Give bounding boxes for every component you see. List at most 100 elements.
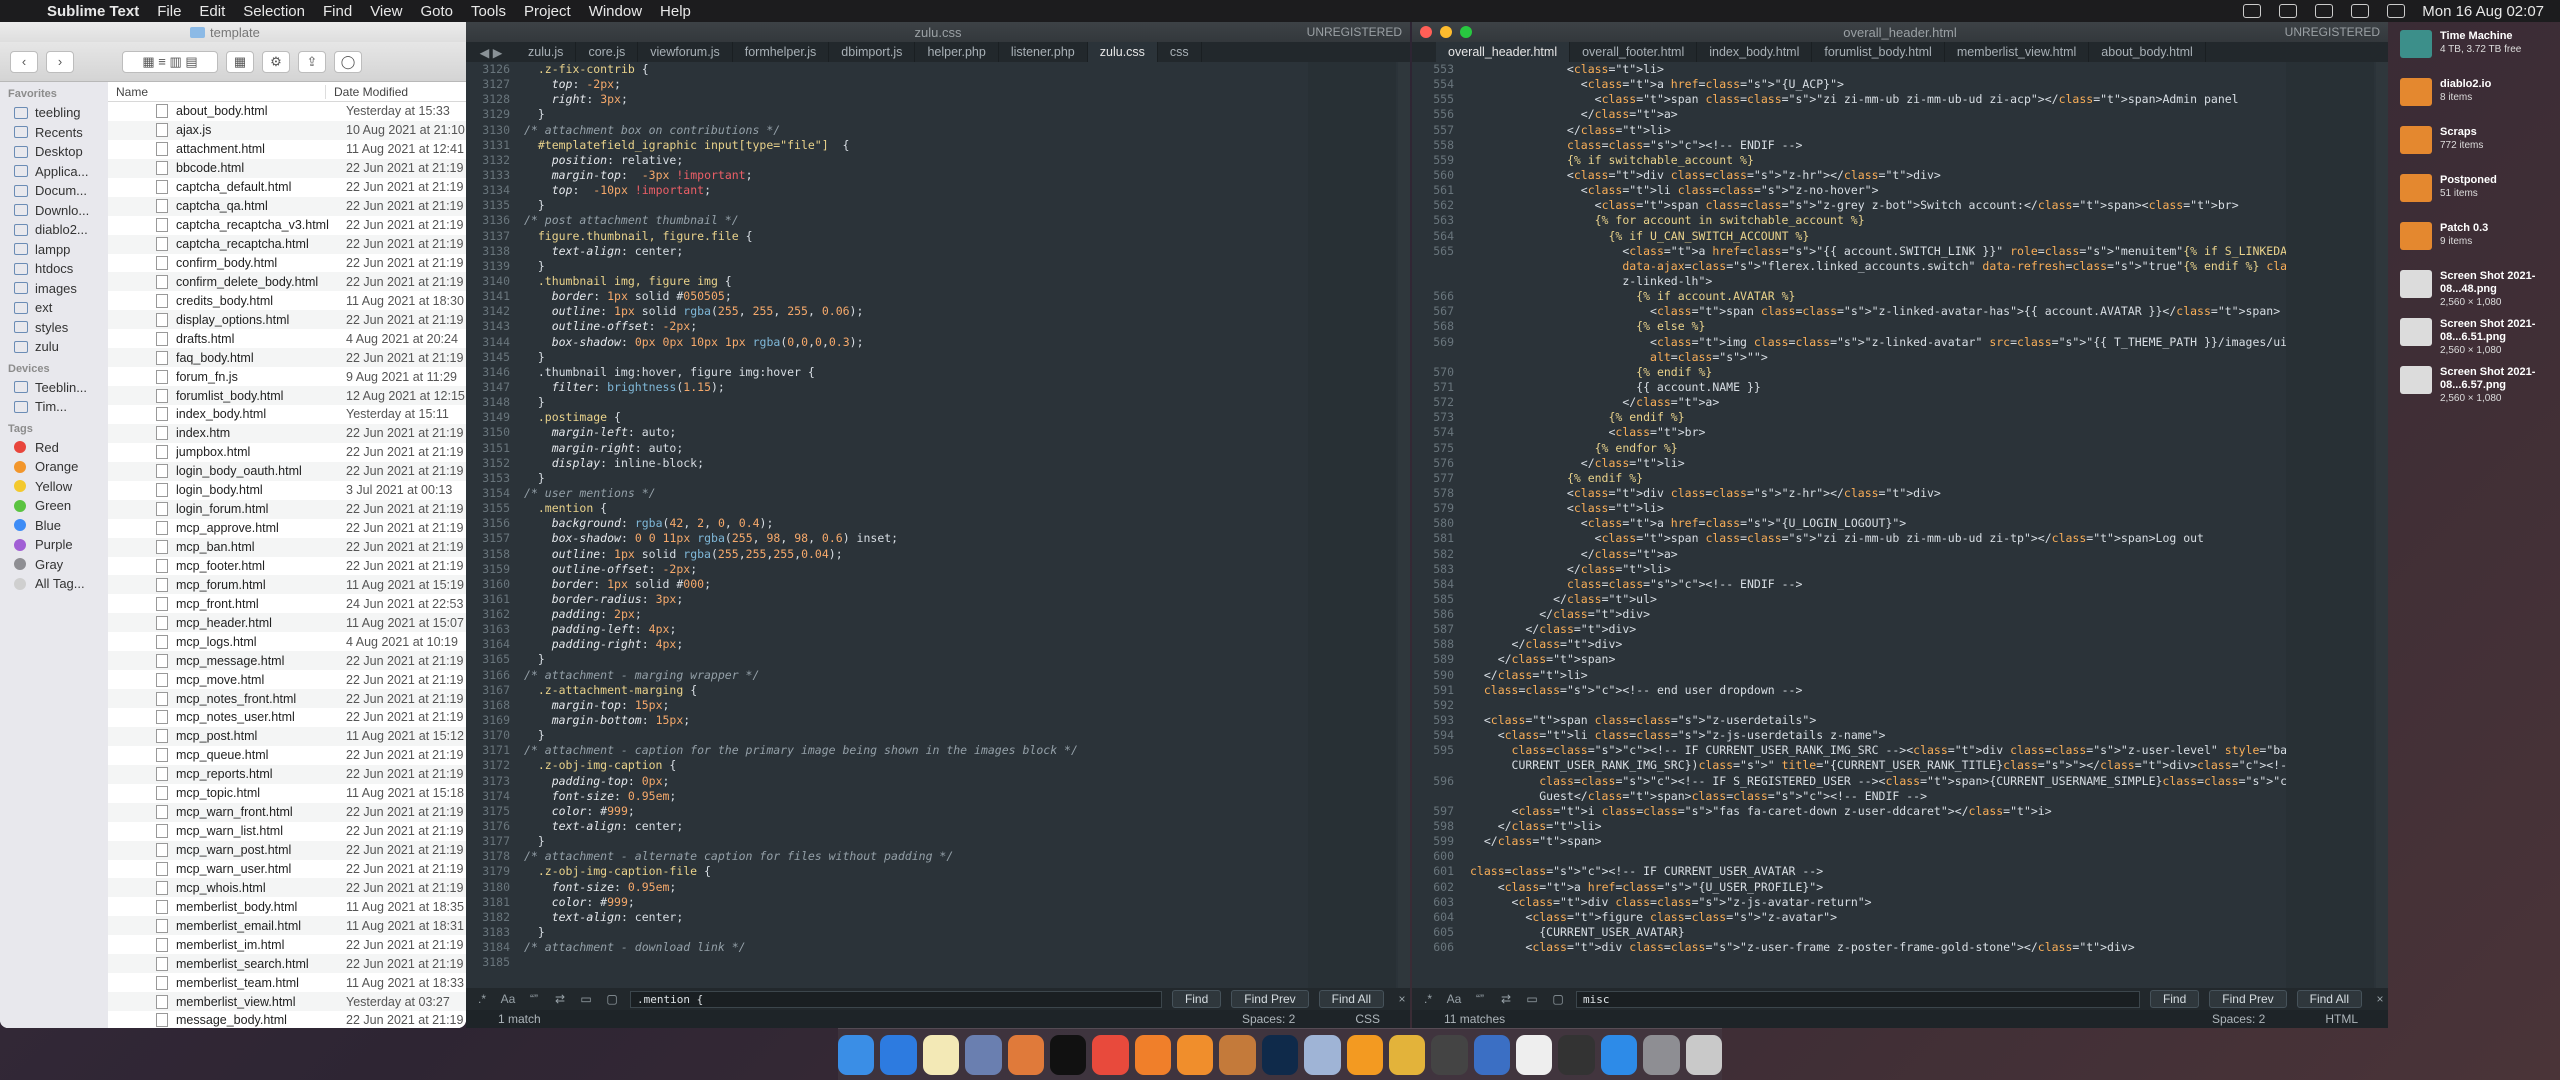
sidebar-item-tag[interactable]: Orange <box>0 457 108 477</box>
code-line[interactable]: <class="t">div class=class="s">"z-hr"></… <box>1470 168 2330 183</box>
editor-tab[interactable]: index_body.html <box>1697 42 1813 62</box>
trash-icon[interactable] <box>1685 1034 1722 1075</box>
file-row[interactable]: about_body.html Yesterday at 15:33 <box>108 102 466 121</box>
code-line[interactable]: } <box>524 350 1264 365</box>
code-line[interactable]: margin-right: auto; <box>524 441 1264 456</box>
file-row[interactable]: mcp_message.html 22 Jun 2021 at 21:19 <box>108 651 466 671</box>
file-row[interactable]: mcp_warn_list.html 22 Jun 2021 at 21:19 <box>108 822 466 841</box>
preview-icon[interactable] <box>1304 1034 1341 1075</box>
code-line[interactable]: } <box>524 728 1264 743</box>
column-header-name[interactable]: Name <box>108 84 326 99</box>
code-line[interactable]: padding: 2px; <box>524 607 1264 622</box>
editor-tab[interactable]: viewforum.js <box>638 42 733 62</box>
code-line[interactable]: .z-obj-img-caption-file { <box>524 864 1264 879</box>
highlight-toggle[interactable]: ▢ <box>1550 992 1566 1006</box>
case-toggle[interactable]: Aa <box>500 992 516 1006</box>
file-row[interactable]: confirm_delete_body.html 22 Jun 2021 at 2… <box>108 272 466 292</box>
sidebar-item-favorite[interactable]: Recents <box>0 123 108 143</box>
code-line[interactable]: <class="t">span class=class="s">"zi zi-m… <box>1470 531 2330 546</box>
code-line[interactable]: <class="t">li> <box>1470 501 2330 516</box>
code-line[interactable]: outline: 1px solid rgba(255,255,255,0.04… <box>524 547 1264 562</box>
code-line[interactable]: </class="t">li> <box>1470 123 2330 138</box>
tag-button[interactable]: ◯ <box>334 50 362 73</box>
sidebar-item-favorite[interactable]: Desktop <box>0 142 108 162</box>
editor-tab[interactable]: forumlist_body.html <box>1812 42 1945 62</box>
settings-icon[interactable] <box>1643 1034 1680 1075</box>
file-row[interactable]: confirm_body.html 22 Jun 2021 at 21:19 <box>108 254 466 273</box>
file-row[interactable]: mcp_warn_post.html 22 Jun 2021 at 21:19 <box>108 840 466 860</box>
image-icon[interactable] <box>1219 1034 1256 1075</box>
code-line[interactable]: padding-left: 4px; <box>524 622 1264 637</box>
code-line[interactable]: class=class="s">"c"><!-- ENDIF --> <box>1470 577 2330 592</box>
sidebar-item-favorite[interactable]: diablo2... <box>0 220 108 240</box>
code-line[interactable]: </class="t">div> <box>1470 622 2330 637</box>
code-line[interactable]: <class="t">figure class=class="s">"z-ava… <box>1470 910 2330 925</box>
menu-edit[interactable]: Edit <box>190 3 234 20</box>
in-selection-toggle[interactable]: ▭ <box>578 992 594 1006</box>
file-row[interactable]: mcp_post.html 11 Aug 2021 at 15:12 <box>108 726 466 746</box>
menu-find[interactable]: Find <box>314 3 361 20</box>
desktop-item[interactable]: Screen Shot 2021-08...6.51.png 2,560 × 1,… <box>2400 318 2560 366</box>
code-line[interactable]: class=class="s">"c"><!-- ENDIF --> <box>1470 138 2330 153</box>
highlight-toggle[interactable]: ▢ <box>604 992 620 1006</box>
desktop-item[interactable]: Screen Shot 2021-08...6.57.png 2,560 × 1,… <box>2400 366 2560 414</box>
code-line[interactable]: class=class="s">"c"><!-- IF S_REGISTERED… <box>1470 774 2330 789</box>
code-line[interactable]: {% endif %} <box>1470 365 2330 380</box>
volume-icon[interactable] <box>2315 4 2334 18</box>
desktop-item[interactable]: Time Machine 4 TB, 3.72 TB free <box>2400 30 2560 78</box>
word-toggle[interactable]: “” <box>1472 992 1488 1006</box>
sidebar-item-favorite[interactable]: htdocs <box>0 259 108 279</box>
word-toggle[interactable]: “” <box>526 992 542 1006</box>
code-area[interactable]: .z-fix-contrib { top: -2px; right: 3px; … <box>524 62 1264 988</box>
code-line[interactable]: <class="t">a href=class="s">"{U_USER_PRO… <box>1470 880 2330 895</box>
indentation-status[interactable]: Spaces: 2 <box>2212 1012 2265 1026</box>
battery-icon[interactable] <box>2279 4 2298 18</box>
code-line[interactable]: } <box>524 471 1264 486</box>
editor-tab[interactable]: zulu.js <box>516 42 577 62</box>
sidebar-item-device[interactable]: Teeblin... <box>0 378 108 398</box>
code-line[interactable]: </class="t">a> <box>1470 107 2330 122</box>
file-row[interactable]: drafts.html 4 Aug 2021 at 20:24 <box>108 329 466 348</box>
menu-selection[interactable]: Selection <box>234 3 314 20</box>
regex-toggle[interactable]: .* <box>1420 992 1436 1006</box>
code-line[interactable]: </class="t">div> <box>1470 637 2330 652</box>
menu-view[interactable]: View <box>361 3 411 20</box>
code-line[interactable]: border: 1px solid #000; <box>524 577 1264 592</box>
code-line[interactable]: border: 1px solid #050505; <box>524 289 1264 304</box>
code-line[interactable]: right: 3px; <box>524 92 1264 107</box>
file-row[interactable]: index_body.html Yesterday at 15:11 <box>108 405 466 424</box>
file-row[interactable]: mcp_reports.html 22 Jun 2021 at 21:19 <box>108 764 466 784</box>
file-row[interactable]: mcp_notes_front.html 22 Jun 2021 at 21:19 <box>108 689 466 708</box>
code-line[interactable]: margin-top: -3px !important; <box>524 168 1264 183</box>
file-row[interactable]: forumlist_body.html 12 Aug 2021 at 12:15 <box>108 386 466 405</box>
file-row[interactable]: attachment.html 11 Aug 2021 at 12:41 <box>108 140 466 159</box>
film-icon[interactable] <box>1558 1034 1595 1075</box>
share-button[interactable]: ⇪ <box>298 50 326 73</box>
file-row[interactable]: index.htm 22 Jun 2021 at 21:19 <box>108 423 466 443</box>
notes-icon[interactable] <box>922 1034 960 1075</box>
editor-tab[interactable]: zulu.css <box>1087 42 1158 62</box>
minimap[interactable] <box>2286 62 2374 988</box>
code-line[interactable] <box>524 955 1264 970</box>
code-line[interactable]: top: -10px !important; <box>524 183 1264 198</box>
sublime-icon[interactable] <box>1177 1034 1214 1075</box>
code-line[interactable]: } <box>524 107 1264 122</box>
wizard-icon[interactable] <box>1431 1034 1468 1075</box>
stack-icon[interactable] <box>965 1034 1002 1075</box>
wrap-toggle[interactable]: ⇄ <box>552 992 568 1006</box>
file-row[interactable]: ajax.js 10 Aug 2021 at 21:10 <box>108 120 466 140</box>
code-line[interactable]: .z-fix-contrib { <box>524 62 1264 77</box>
code-line[interactable]: <class="t">li> <box>1470 62 2330 77</box>
code-line[interactable]: background: rgba(42, 2, 0, 0.4); <box>524 516 1264 531</box>
menu-file[interactable]: File <box>148 3 190 20</box>
wrap-toggle[interactable]: ⇄ <box>1498 992 1514 1006</box>
code-line[interactable]: outline-offset: -2px; <box>524 319 1264 334</box>
file-row[interactable]: captcha_recaptcha.html 22 Jun 2021 at 21:… <box>108 234 466 254</box>
code-line[interactable]: class=class="s">"c"><!-- IF CURRENT_USER… <box>1470 743 2330 758</box>
file-row[interactable]: mcp_logs.html 4 Aug 2021 at 10:19 <box>108 632 466 651</box>
code-line[interactable]: <class="t">div class=class="s">"z-user-f… <box>1470 940 2330 955</box>
code-line[interactable]: <class="t">div class=class="s">"z-js-ava… <box>1470 895 2330 910</box>
code-line[interactable]: #templatefield_igraphic input[type="file… <box>524 138 1264 153</box>
pineapple-icon[interactable] <box>1388 1034 1426 1075</box>
code-line[interactable] <box>1470 698 2330 713</box>
